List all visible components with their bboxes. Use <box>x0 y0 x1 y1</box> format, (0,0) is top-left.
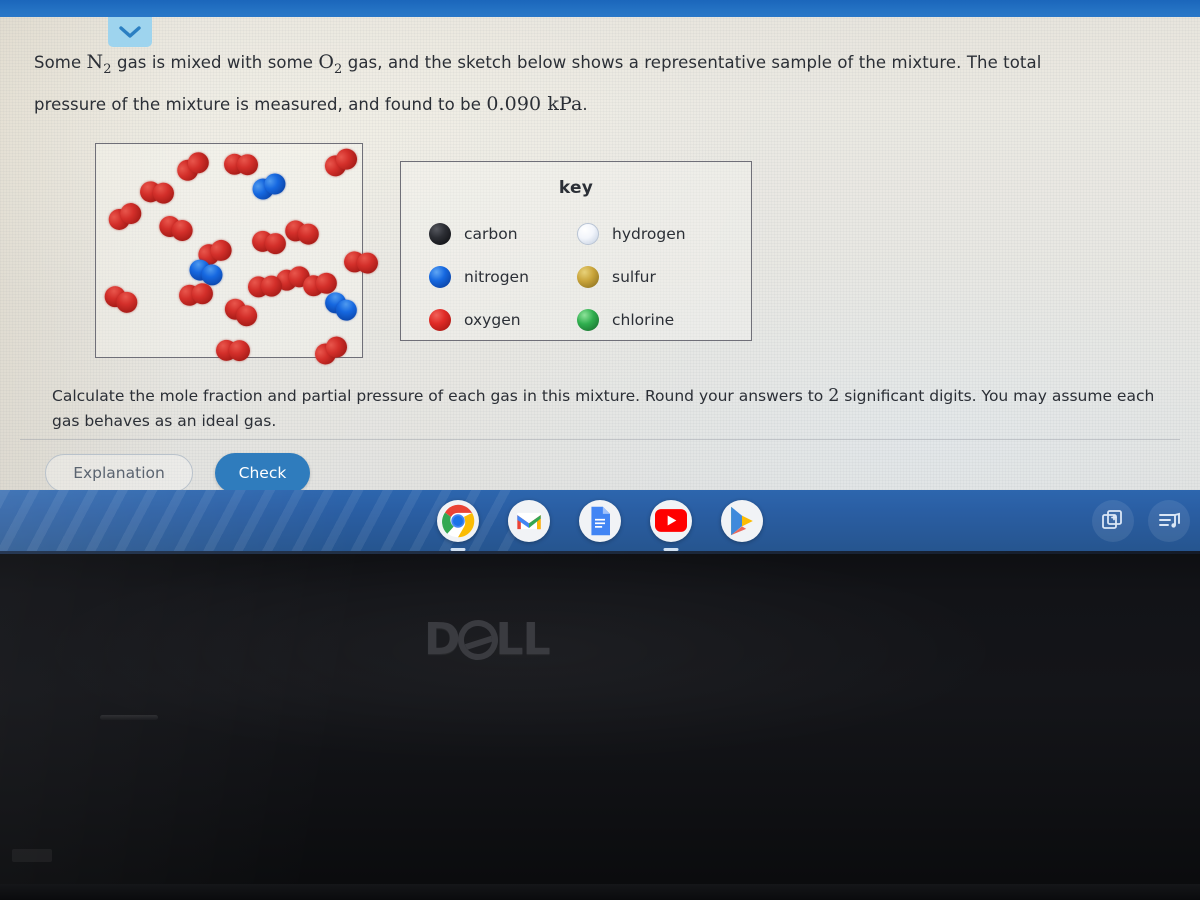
question-part-2: gas is mixed with some <box>111 53 319 72</box>
question-part-3: gas, and the sketch below shows a repres… <box>342 53 1042 72</box>
laptop-bezel <box>0 551 1200 900</box>
key-label-oxygen: oxygen <box>464 310 521 329</box>
chromeos-shelf <box>0 490 1200 551</box>
play-store-icon[interactable] <box>721 499 763 542</box>
key-label-sulfur: sulfur <box>612 267 656 286</box>
check-button[interactable]: Check <box>215 453 310 490</box>
oxygen-molecule <box>221 294 261 331</box>
key-label-chlorine: chlorine <box>612 310 675 329</box>
bezel-hinge-detail <box>100 715 158 720</box>
molecule-sketch-box <box>95 143 379 369</box>
total-pressure-value: 0.090 kPa <box>486 93 583 115</box>
chrome-icon[interactable] <box>437 499 479 542</box>
dell-logo-prefix: D <box>424 614 461 665</box>
youtube-icon[interactable] <box>650 499 692 542</box>
collapse-tab[interactable] <box>108 17 152 47</box>
bezel-bottom-edge <box>0 884 1200 900</box>
chlorine-dot-icon <box>577 308 599 331</box>
instruction-part-1: Calculate the mole fraction and partial … <box>52 387 829 405</box>
oxygen-dot-icon <box>429 308 451 331</box>
key-item-chlorine: chlorine <box>577 298 725 341</box>
shelf-system-tray <box>1092 490 1190 551</box>
key-item-oxygen: oxygen <box>429 298 577 341</box>
key-item-hydrogen: hydrogen <box>577 212 725 255</box>
sulfur-dot-icon <box>577 265 599 288</box>
atom <box>260 275 283 298</box>
oxygen-molecule <box>215 339 251 362</box>
oxygen-molecule <box>250 229 288 256</box>
formula-n2: N2 <box>86 51 112 77</box>
oxygen-molecule <box>101 282 141 317</box>
hydrogen-dot-icon <box>577 222 599 245</box>
oxygen-molecule <box>311 332 351 369</box>
action-button-row: Explanation Check <box>45 453 310 490</box>
gmail-icon[interactable] <box>508 499 550 542</box>
oxygen-molecule <box>105 199 145 234</box>
key-label-carbon: carbon <box>464 224 518 243</box>
key-legend-box: key carbon hydrogen nitrogen sulfur oxygen ch… <box>400 161 752 341</box>
key-item-sulfur: sulfur <box>577 255 725 298</box>
docs-icon[interactable] <box>579 499 621 542</box>
key-title: key <box>558 178 594 198</box>
dell-logo: D LL <box>424 614 551 665</box>
oxygen-molecule <box>173 148 213 185</box>
carbon-dot-icon <box>429 222 451 245</box>
key-item-nitrogen: nitrogen <box>429 255 577 298</box>
question-part-4: pressure of the mixture is measured, and… <box>34 95 487 114</box>
screen-capture-icon[interactable] <box>1092 499 1134 542</box>
bezel-speck-detail <box>12 849 52 862</box>
significant-digits-value: 2 <box>828 386 840 406</box>
key-item-carbon: carbon <box>429 212 577 255</box>
atom <box>228 339 251 362</box>
oxygen-molecule <box>343 250 379 275</box>
nitrogen-dot-icon <box>429 265 451 288</box>
formula-o2: O2 <box>318 51 343 77</box>
oxygen-molecule <box>156 213 196 244</box>
laptop-photo: Some N2 gas is mixed with some O2 gas, a… <box>0 0 1200 900</box>
key-grid: carbon hydrogen nitrogen sulfur oxygen chlori… <box>401 212 751 341</box>
key-label-hydrogen: hydrogen <box>612 224 686 243</box>
question-part-5: . <box>582 95 588 114</box>
atom <box>236 153 259 176</box>
oxygen-molecule <box>223 153 259 176</box>
oxygen-molecule <box>321 144 361 181</box>
web-page-content: Some N2 gas is mixed with some O2 gas, a… <box>0 17 1200 490</box>
question-part-1: Some <box>34 53 87 72</box>
content-divider <box>20 439 1180 440</box>
screen-bottom-edge <box>0 551 1200 554</box>
oxygen-molecule <box>138 180 176 205</box>
atom <box>151 181 176 205</box>
oxygen-molecule <box>282 218 322 247</box>
explanation-button[interactable]: Explanation <box>45 454 193 490</box>
browser-top-strip <box>0 0 1200 18</box>
dell-logo-suffix: LL <box>495 614 551 665</box>
bezel-sheen <box>0 551 1200 900</box>
shelf-app-icons <box>0 490 1200 551</box>
chevron-down-icon <box>119 25 141 39</box>
oxygen-molecule <box>247 275 283 298</box>
media-playlist-icon[interactable] <box>1148 499 1190 542</box>
oxygen-molecule <box>177 282 215 307</box>
key-label-nitrogen: nitrogen <box>464 267 529 286</box>
question-text: Some N2 gas is mixed with some O2 gas, a… <box>34 41 1164 126</box>
instruction-text: Calculate the mole fraction and partial … <box>52 384 1162 434</box>
